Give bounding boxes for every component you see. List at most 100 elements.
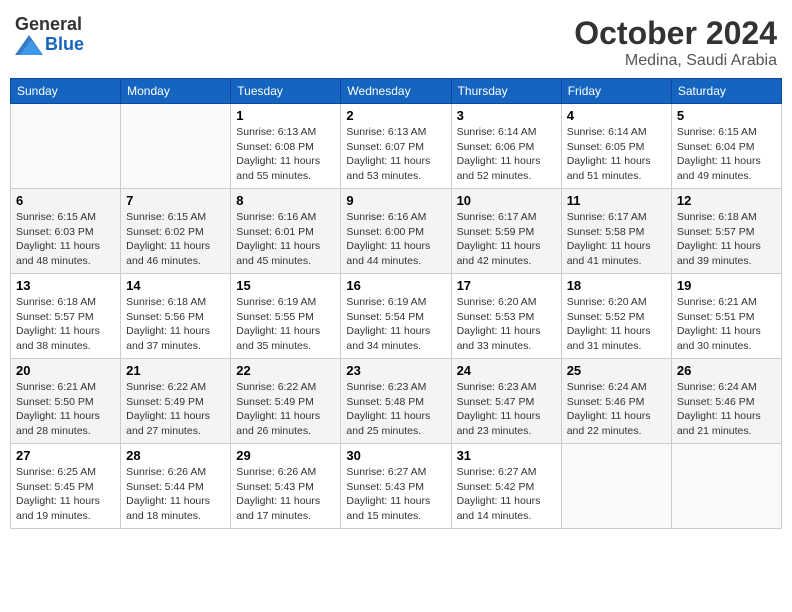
day-number: 18 — [567, 278, 666, 293]
calendar-cell: 27 Sunrise: 6:25 AMSunset: 5:45 PMDayligh… — [11, 444, 121, 529]
calendar-cell: 17Sunrise: 6:20 AMSunset: 5:53 PMDayligh… — [451, 274, 561, 359]
day-info: Sunrise: 6:24 AMSunset: 5:46 PMDaylight:… — [567, 380, 666, 439]
day-info: Sunrise: 6:14 AMSunset: 6:06 PMDaylight:… — [457, 125, 556, 184]
page-header: General Blue October 2024 Medina, Saudi … — [10, 10, 782, 70]
calendar-week-row: 27 Sunrise: 6:25 AMSunset: 5:45 PMDayligh… — [11, 444, 782, 529]
day-info: Sunrise: 6:26 AMSunset: 5:43 PMDaylight:… — [236, 465, 335, 524]
day-info: Sunrise: 6:23 AMSunset: 5:48 PMDaylight:… — [346, 380, 445, 439]
day-info: Sunrise: 6:20 AMSunset: 5:53 PMDaylight:… — [457, 295, 556, 354]
calendar-cell — [11, 104, 121, 189]
calendar-cell: 2Sunrise: 6:13 AMSunset: 6:07 PMDaylight… — [341, 104, 451, 189]
header-tuesday: Tuesday — [231, 79, 341, 104]
day-number: 29 — [236, 448, 335, 463]
day-number: 3 — [457, 108, 556, 123]
calendar-cell: 15Sunrise: 6:19 AMSunset: 5:55 PMDayligh… — [231, 274, 341, 359]
day-number: 27 — [16, 448, 115, 463]
logo-general: General — [15, 15, 82, 35]
calendar-cell — [561, 444, 671, 529]
day-number: 11 — [567, 193, 666, 208]
calendar-cell: 19 Sunrise: 6:21 AMSunset: 5:51 PMDayligh… — [671, 274, 781, 359]
day-info: Sunrise: 6:18 AMSunset: 5:57 PMDaylight:… — [677, 210, 776, 269]
logo: General Blue — [15, 15, 84, 55]
day-number: 21 — [126, 363, 225, 378]
day-number: 6 — [16, 193, 115, 208]
calendar-header-row: SundayMondayTuesdayWednesdayThursdayFrid… — [11, 79, 782, 104]
calendar-cell: 31Sunrise: 6:27 AMSunset: 5:42 PMDayligh… — [451, 444, 561, 529]
header-monday: Monday — [121, 79, 231, 104]
day-info: Sunrise: 6:13 AMSunset: 6:07 PMDaylight:… — [346, 125, 445, 184]
day-info: Sunrise: 6:18 AMSunset: 5:56 PMDaylight:… — [126, 295, 225, 354]
day-info: Sunrise: 6:15 AMSunset: 6:02 PMDaylight:… — [126, 210, 225, 269]
calendar-cell: 22 Sunrise: 6:22 AMSunset: 5:49 PMDayligh… — [231, 359, 341, 444]
calendar-cell: 6 Sunrise: 6:15 AMSunset: 6:03 PMDaylight… — [11, 189, 121, 274]
day-number: 14 — [126, 278, 225, 293]
calendar-week-row: 1Sunrise: 6:13 AMSunset: 6:08 PMDaylight… — [11, 104, 782, 189]
calendar-cell: 23Sunrise: 6:23 AMSunset: 5:48 PMDayligh… — [341, 359, 451, 444]
day-info: Sunrise: 6:19 AMSunset: 5:54 PMDaylight:… — [346, 295, 445, 354]
header-wednesday: Wednesday — [341, 79, 451, 104]
calendar-cell: 28 Sunrise: 6:26 AMSunset: 5:44 PMDayligh… — [121, 444, 231, 529]
calendar-cell: 13 Sunrise: 6:18 AMSunset: 5:57 PMDayligh… — [11, 274, 121, 359]
calendar-title: October 2024 — [574, 15, 777, 52]
calendar-cell: 18 Sunrise: 6:20 AMSunset: 5:52 PMDayligh… — [561, 274, 671, 359]
day-info: Sunrise: 6:13 AMSunset: 6:08 PMDaylight:… — [236, 125, 335, 184]
day-info: Sunrise: 6:25 AMSunset: 5:45 PMDaylight:… — [16, 465, 115, 524]
calendar-cell: 4Sunrise: 6:14 AMSunset: 6:05 PMDaylight… — [561, 104, 671, 189]
calendar-cell: 12Sunrise: 6:18 AMSunset: 5:57 PMDayligh… — [671, 189, 781, 274]
day-info: Sunrise: 6:19 AMSunset: 5:55 PMDaylight:… — [236, 295, 335, 354]
header-thursday: Thursday — [451, 79, 561, 104]
calendar-cell: 26Sunrise: 6:24 AMSunset: 5:46 PMDayligh… — [671, 359, 781, 444]
calendar-cell: 14 Sunrise: 6:18 AMSunset: 5:56 PMDayligh… — [121, 274, 231, 359]
calendar-cell: 24 Sunrise: 6:23 AMSunset: 5:47 PMDayligh… — [451, 359, 561, 444]
day-info: Sunrise: 6:24 AMSunset: 5:46 PMDaylight:… — [677, 380, 776, 439]
day-info: Sunrise: 6:17 AMSunset: 5:59 PMDaylight:… — [457, 210, 556, 269]
day-number: 28 — [126, 448, 225, 463]
day-info: Sunrise: 6:15 AMSunset: 6:04 PMDaylight:… — [677, 125, 776, 184]
day-number: 9 — [346, 193, 445, 208]
calendar-week-row: 13 Sunrise: 6:18 AMSunset: 5:57 PMDayligh… — [11, 274, 782, 359]
day-number: 13 — [16, 278, 115, 293]
calendar-cell — [671, 444, 781, 529]
calendar-cell: 11Sunrise: 6:17 AMSunset: 5:58 PMDayligh… — [561, 189, 671, 274]
calendar-location: Medina, Saudi Arabia — [574, 52, 777, 70]
calendar-cell: 1Sunrise: 6:13 AMSunset: 6:08 PMDaylight… — [231, 104, 341, 189]
day-info: Sunrise: 6:26 AMSunset: 5:44 PMDaylight:… — [126, 465, 225, 524]
day-info: Sunrise: 6:18 AMSunset: 5:57 PMDaylight:… — [16, 295, 115, 354]
calendar-week-row: 20Sunrise: 6:21 AMSunset: 5:50 PMDayligh… — [11, 359, 782, 444]
day-number: 19 — [677, 278, 776, 293]
header-saturday: Saturday — [671, 79, 781, 104]
logo-icon — [15, 35, 43, 55]
title-block: October 2024 Medina, Saudi Arabia — [574, 15, 777, 70]
calendar-cell: 10 Sunrise: 6:17 AMSunset: 5:59 PMDayligh… — [451, 189, 561, 274]
calendar-cell: 25Sunrise: 6:24 AMSunset: 5:46 PMDayligh… — [561, 359, 671, 444]
calendar-cell: 7 Sunrise: 6:15 AMSunset: 6:02 PMDaylight… — [121, 189, 231, 274]
day-number: 16 — [346, 278, 445, 293]
day-info: Sunrise: 6:16 AMSunset: 6:00 PMDaylight:… — [346, 210, 445, 269]
day-info: Sunrise: 6:23 AMSunset: 5:47 PMDaylight:… — [457, 380, 556, 439]
day-info: Sunrise: 6:22 AMSunset: 5:49 PMDaylight:… — [126, 380, 225, 439]
logo-blue: Blue — [45, 35, 84, 55]
day-number: 24 — [457, 363, 556, 378]
day-number: 10 — [457, 193, 556, 208]
day-info: Sunrise: 6:16 AMSunset: 6:01 PMDaylight:… — [236, 210, 335, 269]
calendar-cell: 3 Sunrise: 6:14 AMSunset: 6:06 PMDaylight… — [451, 104, 561, 189]
calendar-cell: 9 Sunrise: 6:16 AMSunset: 6:00 PMDaylight… — [341, 189, 451, 274]
calendar-cell: 21 Sunrise: 6:22 AMSunset: 5:49 PMDayligh… — [121, 359, 231, 444]
header-friday: Friday — [561, 79, 671, 104]
day-info: Sunrise: 6:22 AMSunset: 5:49 PMDaylight:… — [236, 380, 335, 439]
calendar-table: SundayMondayTuesdayWednesdayThursdayFrid… — [10, 78, 782, 529]
day-number: 30 — [346, 448, 445, 463]
day-number: 20 — [16, 363, 115, 378]
calendar-cell: 8 Sunrise: 6:16 AMSunset: 6:01 PMDaylight… — [231, 189, 341, 274]
day-info: Sunrise: 6:15 AMSunset: 6:03 PMDaylight:… — [16, 210, 115, 269]
day-number: 22 — [236, 363, 335, 378]
day-info: Sunrise: 6:27 AMSunset: 5:43 PMDaylight:… — [346, 465, 445, 524]
day-info: Sunrise: 6:20 AMSunset: 5:52 PMDaylight:… — [567, 295, 666, 354]
calendar-cell: 5Sunrise: 6:15 AMSunset: 6:04 PMDaylight… — [671, 104, 781, 189]
day-info: Sunrise: 6:14 AMSunset: 6:05 PMDaylight:… — [567, 125, 666, 184]
day-number: 8 — [236, 193, 335, 208]
day-info: Sunrise: 6:27 AMSunset: 5:42 PMDaylight:… — [457, 465, 556, 524]
calendar-cell: 16 Sunrise: 6:19 AMSunset: 5:54 PMDayligh… — [341, 274, 451, 359]
day-info: Sunrise: 6:21 AMSunset: 5:51 PMDaylight:… — [677, 295, 776, 354]
day-number: 7 — [126, 193, 225, 208]
